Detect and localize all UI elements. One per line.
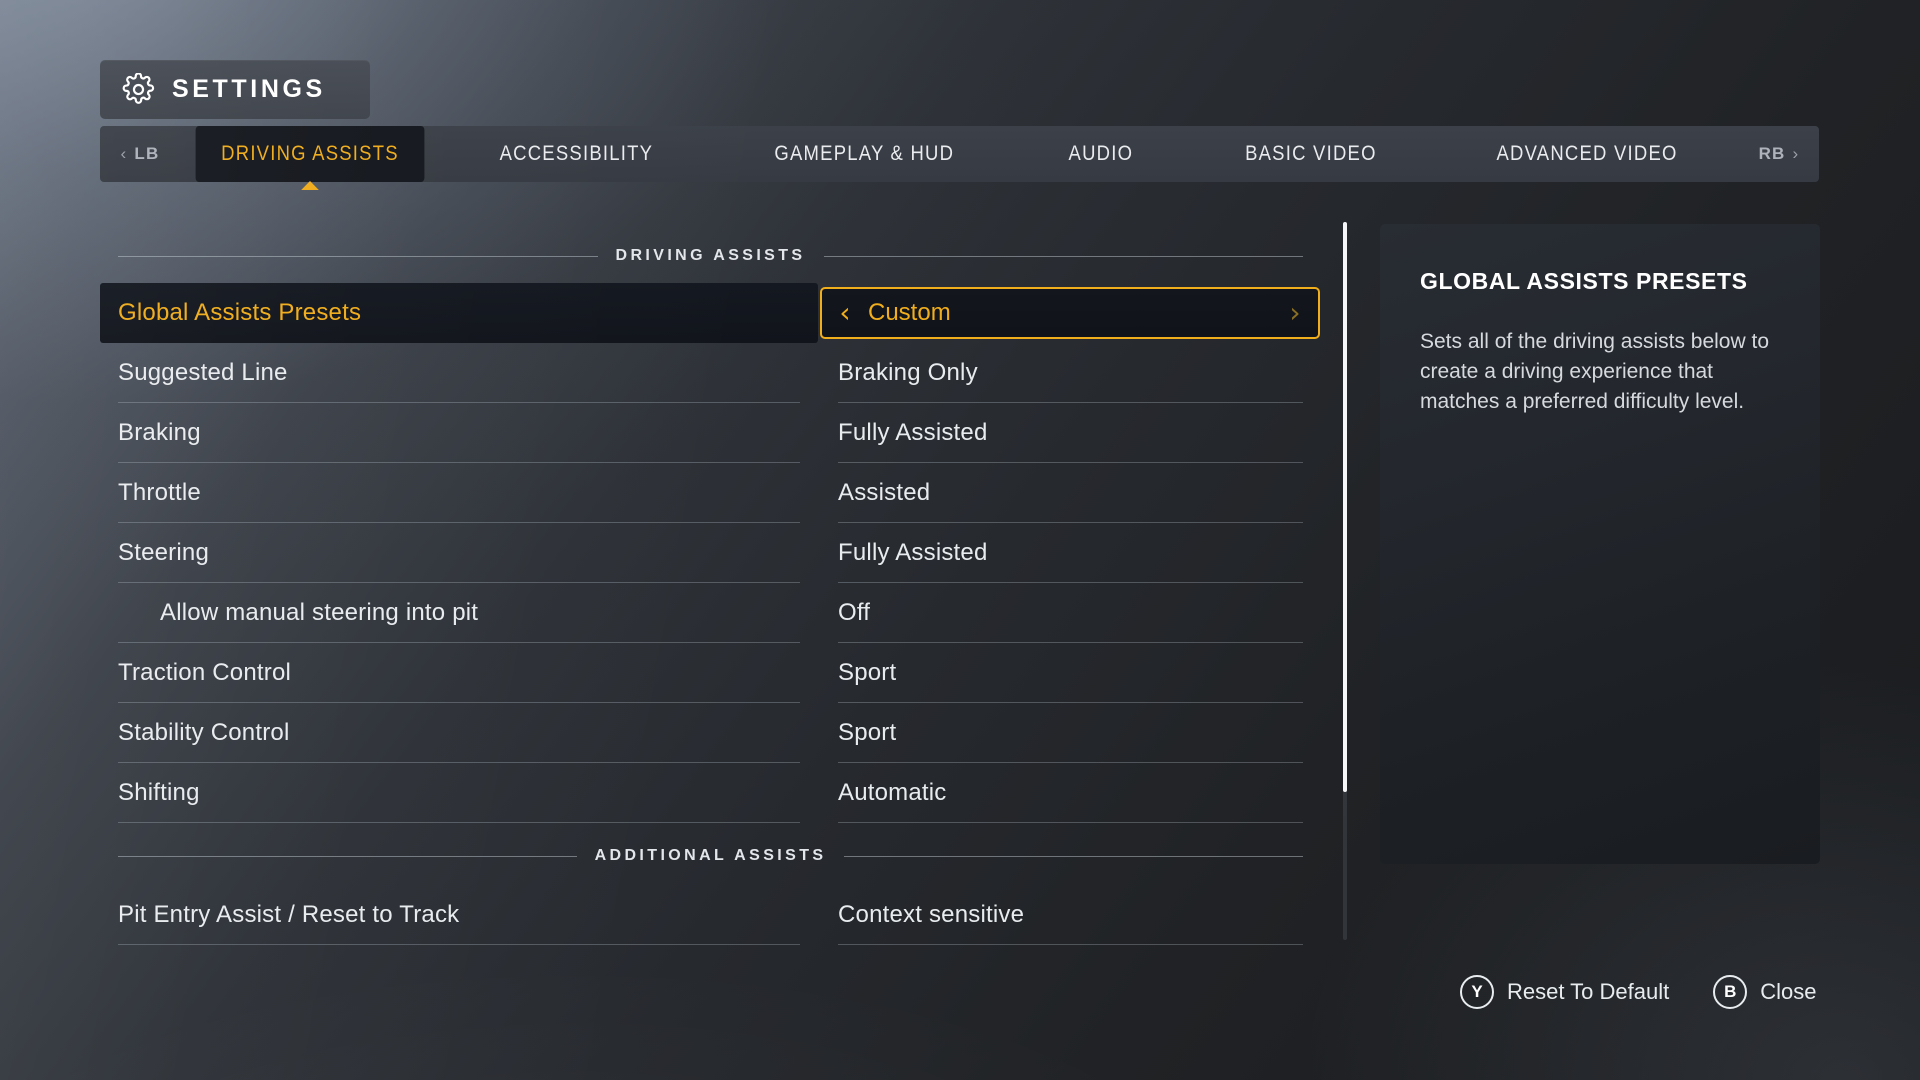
tab-advanced-video[interactable]: ADVANCED VIDEO	[1453, 126, 1721, 182]
row-underline	[118, 944, 800, 945]
setting-label: Throttle	[118, 479, 201, 506]
setting-value-suggested-line[interactable]: Braking Only	[838, 343, 1303, 403]
prompt-label: Reset To Default	[1507, 979, 1670, 1004]
page-title: SETTINGS	[172, 75, 326, 103]
stepper-value: Custom	[868, 299, 951, 326]
row-underline	[118, 822, 800, 823]
setting-value: Automatic	[838, 779, 947, 806]
section-header-driving-assists: DRIVING ASSISTS	[118, 247, 1304, 265]
setting-value-throttle[interactable]: Assisted	[838, 463, 1303, 523]
setting-row-steering[interactable]: Steering	[118, 523, 800, 583]
tab-driving-assists[interactable]: DRIVING ASSISTS	[195, 126, 425, 190]
footer-prompts: Y Reset To Default B Close	[1460, 975, 1817, 1009]
setting-row-suggested-line[interactable]: Suggested Line	[118, 343, 800, 403]
tab-gameplay-hud[interactable]: GAMEPLAY & HUD	[731, 126, 997, 182]
setting-row-allow-manual-steering-into-pit[interactable]: Allow manual steering into pit	[118, 583, 800, 643]
setting-value-steering[interactable]: Fully Assisted	[838, 523, 1303, 583]
setting-row-braking[interactable]: Braking	[118, 403, 800, 463]
section-header-additional-assists: ADDITIONAL ASSISTS	[118, 847, 1304, 865]
section-title: DRIVING ASSISTS	[615, 247, 806, 264]
prompt-label: Close	[1760, 979, 1817, 1004]
setting-value: Fully Assisted	[838, 419, 988, 446]
tab-label: ADVANCED VIDEO	[1496, 142, 1678, 165]
button-y-icon: Y	[1460, 975, 1494, 1009]
setting-value: Fully Assisted	[838, 539, 988, 566]
setting-value: Braking Only	[838, 359, 978, 386]
setting-label: Suggested Line	[118, 359, 288, 386]
scrollbar-track[interactable]	[1343, 222, 1347, 940]
tab-basic-video[interactable]: BASIC VIDEO	[1202, 126, 1420, 182]
section-title: ADDITIONAL ASSISTS	[594, 847, 827, 864]
active-tab-indicator-icon	[301, 181, 319, 190]
setting-row-pit-entry-assist[interactable]: Pit Entry Assist / Reset to Track	[118, 885, 800, 945]
divider-line	[823, 255, 1304, 257]
divider-line	[118, 855, 577, 857]
tab-audio[interactable]: AUDIO	[1026, 126, 1177, 182]
setting-label: Pit Entry Assist / Reset to Track	[118, 901, 460, 928]
chevron-right-icon: ›	[1792, 144, 1800, 163]
settings-header: SETTINGS	[100, 60, 370, 119]
setting-value: Sport	[838, 719, 897, 746]
tab-label: GAMEPLAY & HUD	[774, 142, 955, 165]
setting-value: Sport	[838, 659, 897, 686]
setting-value: Off	[838, 599, 871, 626]
tab-label: ACCESSIBILITY	[499, 142, 654, 165]
setting-row-global-assists-presets[interactable]: Global Assists Presets	[100, 283, 818, 343]
settings-screen: SETTINGS ‹ LB DRIVING ASSISTS ACCESSIBIL…	[0, 0, 1920, 1080]
setting-value-braking[interactable]: Fully Assisted	[838, 403, 1303, 463]
stepper-next-icon[interactable]: ›	[1272, 299, 1318, 327]
left-bumper-hint[interactable]: ‹ LB	[100, 126, 180, 182]
info-panel: GLOBAL ASSISTS PRESETS Sets all of the d…	[1380, 224, 1820, 864]
setting-label: Shifting	[118, 779, 200, 806]
row-underline	[838, 822, 1303, 823]
tab-label: BASIC VIDEO	[1245, 142, 1377, 165]
gear-icon	[122, 72, 155, 106]
setting-value-stability-control[interactable]: Sport	[838, 703, 1303, 763]
prompt-reset-to-default[interactable]: Y Reset To Default	[1460, 975, 1669, 1009]
setting-value: Context sensitive	[838, 901, 1025, 928]
setting-value: Assisted	[838, 479, 931, 506]
info-panel-title: GLOBAL ASSISTS PRESETS	[1420, 268, 1748, 294]
left-bumper-label: LB	[134, 144, 160, 163]
right-bumper-label: RB	[1758, 144, 1786, 163]
chevron-left-icon: ‹	[120, 144, 128, 163]
info-panel-description: Sets all of the driving assists below to…	[1420, 330, 1770, 413]
setting-label: Traction Control	[118, 659, 292, 686]
tab-label: AUDIO	[1068, 142, 1134, 165]
scrollbar-thumb[interactable]	[1343, 222, 1347, 792]
button-b-icon: B	[1713, 975, 1748, 1009]
setting-label: Allow manual steering into pit	[160, 599, 479, 626]
setting-label: Global Assists Presets	[118, 299, 362, 326]
settings-tabbar: ‹ LB DRIVING ASSISTS ACCESSIBILITY GAMEP…	[100, 126, 1819, 190]
setting-row-traction-control[interactable]: Traction Control	[118, 643, 800, 703]
setting-value-traction-control[interactable]: Sport	[838, 643, 1303, 703]
setting-value-shifting[interactable]: Automatic	[838, 763, 1303, 823]
setting-value-allow-manual-steering-into-pit[interactable]: Off	[838, 583, 1303, 643]
prompt-close[interactable]: B Close	[1713, 975, 1817, 1009]
tab-accessibility[interactable]: ACCESSIBILITY	[456, 126, 696, 182]
setting-row-shifting[interactable]: Shifting	[118, 763, 800, 823]
setting-row-stability-control[interactable]: Stability Control	[118, 703, 800, 763]
setting-value-pit-entry-assist[interactable]: Context sensitive	[838, 885, 1303, 945]
right-bumper-hint[interactable]: RB ›	[1739, 126, 1819, 182]
value-stepper-global-assists-presets[interactable]: ‹ Custom ›	[820, 287, 1320, 339]
tab-label: DRIVING ASSISTS	[221, 142, 399, 165]
setting-label: Stability Control	[118, 719, 290, 746]
divider-line	[118, 255, 598, 257]
setting-label: Steering	[118, 539, 209, 566]
setting-label: Braking	[118, 419, 201, 446]
row-underline	[838, 944, 1303, 945]
stepper-prev-icon[interactable]: ‹	[822, 299, 868, 327]
divider-line	[844, 855, 1304, 857]
setting-row-throttle[interactable]: Throttle	[118, 463, 800, 523]
